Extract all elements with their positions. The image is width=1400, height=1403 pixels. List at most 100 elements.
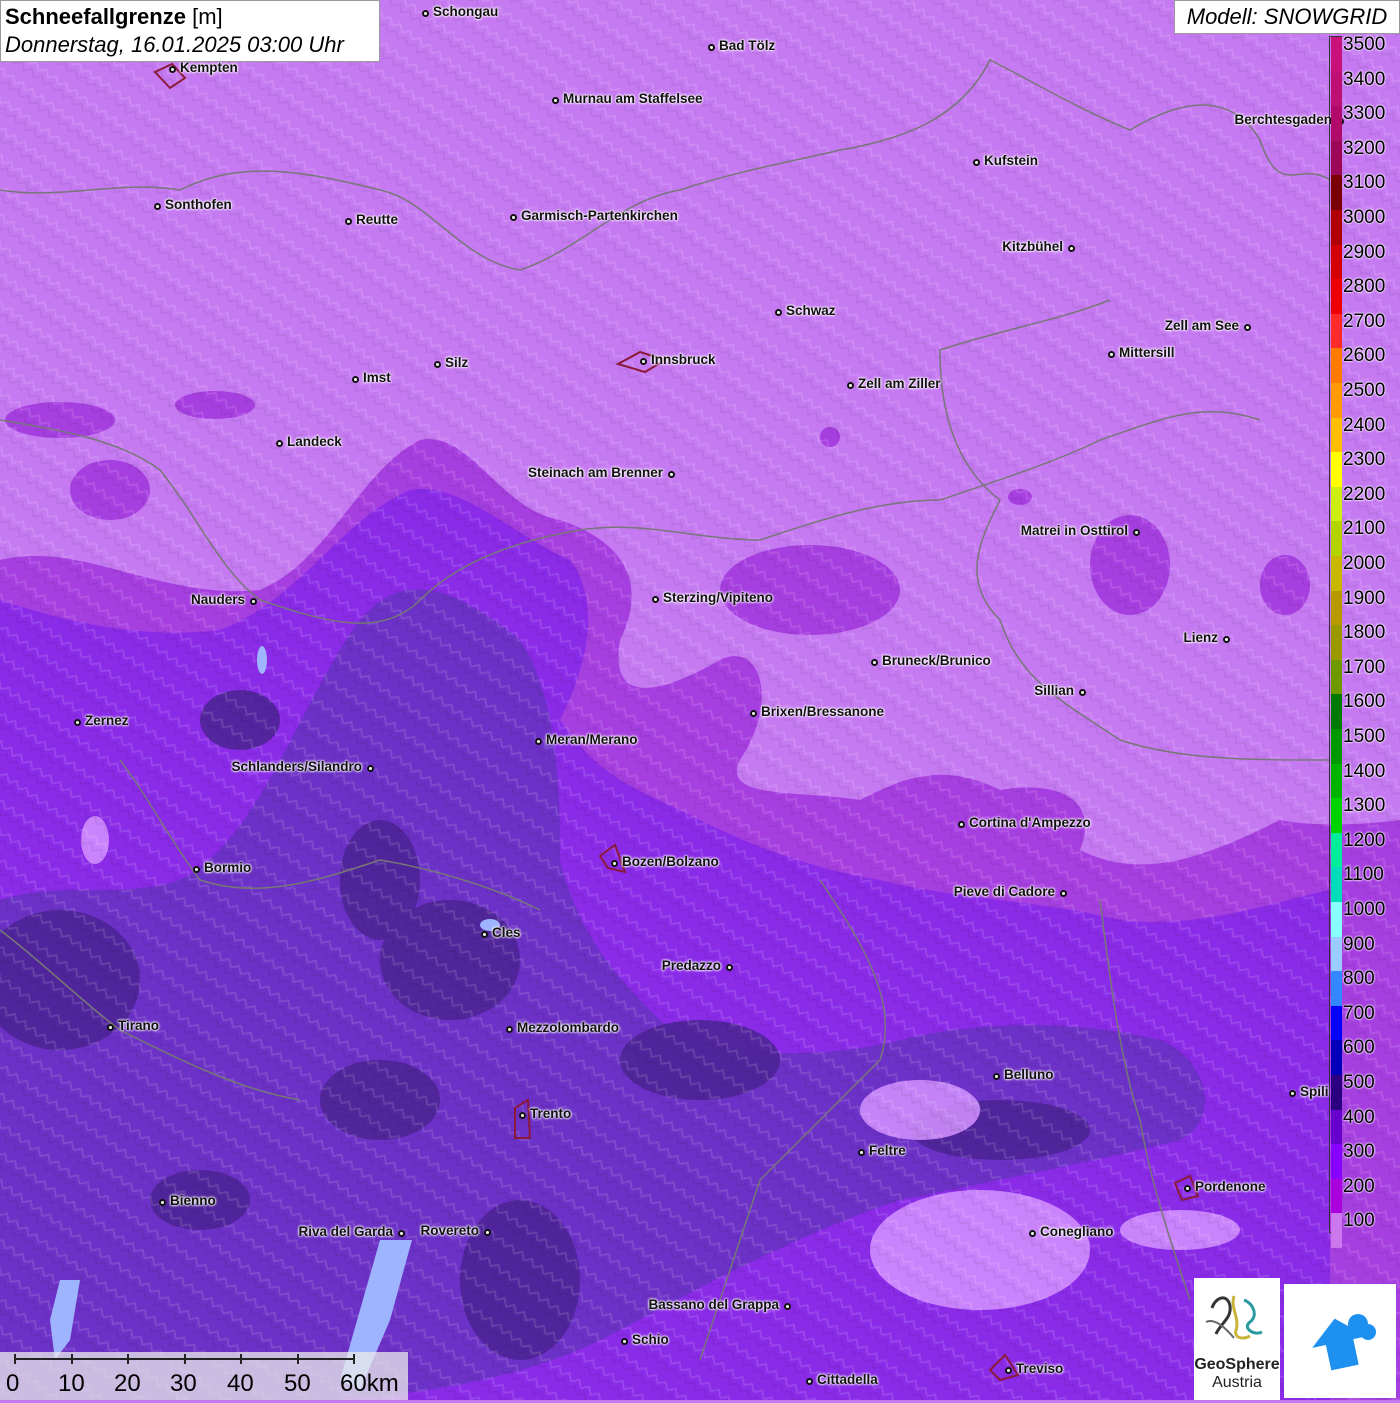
city-label: Matrei in Osttirol <box>1020 523 1128 538</box>
legend-swatch <box>1331 486 1342 522</box>
legend-label: 1700 <box>1343 656 1386 678</box>
city-dot <box>192 865 200 873</box>
legend-swatch <box>1331 590 1342 626</box>
legend-label: 2100 <box>1343 518 1386 540</box>
legend-swatch <box>1331 521 1342 557</box>
legend-label: 3300 <box>1343 103 1386 125</box>
model-label: Modell: SNOWGRID <box>1174 0 1400 34</box>
city-label: Kitzbühel <box>1002 239 1063 254</box>
city-dot <box>551 96 559 104</box>
map-date: Donnerstag, 16.01.2025 03:00 Uhr <box>5 32 344 57</box>
scale-tick <box>296 1354 299 1364</box>
legend-swatch <box>1331 417 1342 453</box>
legend-swatch <box>1331 1109 1342 1145</box>
scale-label: 20 <box>114 1370 141 1397</box>
legend-label: 2700 <box>1343 310 1386 332</box>
city-dot <box>73 718 81 726</box>
city-label: Bassano del Grappa <box>648 1297 779 1312</box>
city-dot <box>421 9 429 17</box>
legend-swatch <box>1331 694 1342 730</box>
cloud-arrow-icon <box>1312 1314 1376 1371</box>
weather-app-logo[interactable] <box>1284 1284 1396 1398</box>
city-dot <box>344 217 352 225</box>
city-dot <box>534 737 542 745</box>
city-label: Bienno <box>170 1193 216 1208</box>
legend-label: 3400 <box>1343 68 1386 90</box>
city-label: Schwaz <box>786 303 836 318</box>
geosphere-logo[interactable]: GeoSphere Austria <box>1194 1278 1280 1400</box>
city-dot <box>397 1229 405 1237</box>
city-dot <box>153 202 161 210</box>
city-dot <box>518 1111 526 1119</box>
city-label: Lienz <box>1183 630 1218 645</box>
legend-label: 800 <box>1343 968 1375 990</box>
city-dot <box>992 1072 1000 1080</box>
scale-tick <box>70 1354 73 1364</box>
city-label: Zernez <box>85 713 129 728</box>
legend-swatch <box>1331 832 1342 868</box>
city-label: Conegliano <box>1040 1224 1114 1239</box>
city-dot <box>366 764 374 772</box>
city-label: Sillian <box>1034 683 1074 698</box>
legend-label: 2400 <box>1343 414 1386 436</box>
scale-label: 0 <box>6 1370 20 1397</box>
legend-label: 1500 <box>1343 726 1386 747</box>
city-label: Rovereto <box>420 1223 479 1238</box>
city-dot <box>783 1302 791 1310</box>
legend-swatch <box>1331 659 1342 695</box>
city-label: Landeck <box>287 434 342 449</box>
city-label: Cortina d'Ampezzo <box>969 815 1091 830</box>
city-label: Cittadella <box>817 1372 878 1387</box>
legend-swatch <box>1331 902 1342 938</box>
scale-label: 30 <box>170 1370 197 1397</box>
legend-swatch <box>1331 37 1342 73</box>
legend-label: 900 <box>1343 933 1375 955</box>
city-dot <box>1067 244 1075 252</box>
legend-swatch <box>1331 867 1342 903</box>
city-label: Bormio <box>204 860 252 875</box>
scale-label: 10 <box>58 1370 85 1397</box>
legend-label: 1400 <box>1343 760 1386 782</box>
city-label: Trento <box>530 1106 572 1121</box>
city-dot <box>639 357 647 365</box>
scale-label: 40 <box>227 1370 254 1397</box>
legend-label: 600 <box>1343 1037 1375 1059</box>
city-dot <box>707 43 715 51</box>
city-dot <box>1222 635 1230 643</box>
legend-swatch <box>1331 383 1342 419</box>
legend-label: 100 <box>1343 1210 1375 1232</box>
city-dot <box>168 65 176 73</box>
city-dot <box>106 1023 114 1031</box>
legend-label: 1900 <box>1343 587 1386 609</box>
city-dot <box>158 1198 166 1206</box>
legend-label: 400 <box>1343 1106 1375 1128</box>
city-dot <box>1132 528 1140 536</box>
legend-color-bar <box>1329 36 1342 1249</box>
logo-line2: Austria <box>1212 1374 1262 1391</box>
legend-label: 2800 <box>1343 276 1386 298</box>
city-dot <box>957 820 965 828</box>
legend-label: 3000 <box>1343 207 1386 228</box>
legend-swatch <box>1331 313 1342 349</box>
city-label: Murnau am Staffelsee <box>563 91 703 106</box>
scale-tick <box>240 1354 242 1364</box>
city-dot <box>1107 350 1115 358</box>
city-label: Predazzo <box>661 958 721 973</box>
city-label: Innsbruck <box>651 352 716 367</box>
legend-swatch <box>1331 1144 1342 1180</box>
legend-swatch <box>1331 1040 1342 1076</box>
city-dot <box>774 308 782 316</box>
legend-swatch <box>1331 798 1342 834</box>
city-label: Pieve di Cadore <box>953 884 1055 899</box>
legend-label: 3500 <box>1343 34 1386 55</box>
city-label: Meran/Merano <box>546 732 638 747</box>
city-label: Berchtesgaden <box>1234 112 1332 127</box>
legend-label: 2000 <box>1343 553 1386 574</box>
legend-swatch <box>1331 244 1342 280</box>
legend-swatch <box>1331 175 1342 211</box>
city-label: Feltre <box>869 1143 906 1158</box>
city-dot <box>433 360 441 368</box>
geosphere-emblem-icon <box>1205 1295 1263 1340</box>
city-label: Zell am See <box>1164 318 1239 333</box>
legend-swatch <box>1331 1075 1342 1111</box>
